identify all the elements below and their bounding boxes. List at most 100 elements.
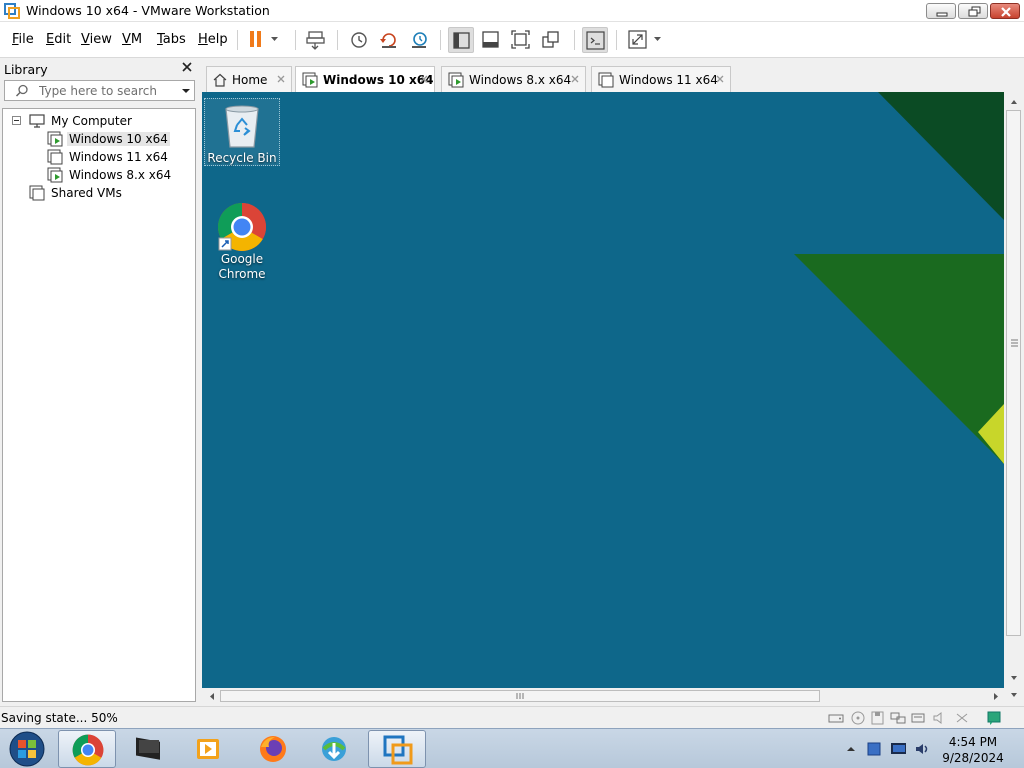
desktop-icon-label: Recycle Bin bbox=[207, 151, 277, 165]
tab-windows-8x-x64[interactable]: Windows 8.x x64 bbox=[441, 66, 586, 92]
grip-icon bbox=[516, 693, 524, 699]
message-log-icon[interactable] bbox=[986, 711, 1002, 725]
desktop-icon-recycle-bin[interactable]: Recycle Bin bbox=[204, 98, 280, 166]
vm-display[interactable]: Recycle Bin Google Chrome bbox=[202, 92, 1004, 688]
firefox-icon bbox=[260, 736, 286, 762]
system-clock[interactable]: 4:54 PM 9/28/2024 bbox=[936, 734, 1010, 766]
vm-running-icon bbox=[448, 72, 464, 87]
send-ctrl-alt-del-button[interactable] bbox=[303, 27, 329, 53]
scroll-down-icon[interactable] bbox=[1004, 670, 1024, 686]
scroll-right-icon[interactable] bbox=[988, 688, 1004, 705]
minimize-icon bbox=[936, 12, 948, 17]
sound-card-icon[interactable] bbox=[932, 711, 948, 725]
desktop-icon-google-chrome[interactable]: Google Chrome bbox=[204, 202, 280, 286]
vm-running-icon bbox=[47, 131, 63, 146]
horizontal-scrollbar[interactable] bbox=[202, 688, 1004, 705]
unity-button[interactable] bbox=[538, 27, 564, 53]
toolbar-separator bbox=[337, 30, 338, 50]
cd-dvd-icon[interactable] bbox=[850, 711, 866, 725]
show-hidden-icons-icon[interactable] bbox=[846, 741, 862, 757]
start-button[interactable] bbox=[0, 730, 54, 768]
tree-item-label: Shared VMs bbox=[51, 185, 122, 200]
menu-vm[interactable]: VM bbox=[122, 32, 142, 47]
take-snapshot-button[interactable] bbox=[346, 27, 372, 53]
chevron-down-icon[interactable] bbox=[181, 88, 191, 94]
revert-snapshot-button[interactable] bbox=[376, 27, 402, 53]
menu-file[interactable]: File bbox=[12, 32, 34, 47]
menu-tabs[interactable]: Tabs bbox=[157, 32, 186, 47]
hard-disk-icon[interactable] bbox=[828, 711, 844, 725]
tray-app-icon[interactable] bbox=[866, 741, 882, 757]
network-adapter-icon[interactable] bbox=[890, 711, 906, 725]
show-library-button[interactable] bbox=[448, 27, 474, 53]
shared-vms-icon bbox=[29, 185, 45, 200]
tab-label: Windows 11 x64 bbox=[619, 72, 718, 87]
scroll-down-icon[interactable] bbox=[1004, 688, 1024, 704]
close-icon[interactable] bbox=[275, 73, 287, 85]
scroll-up-icon[interactable] bbox=[1004, 94, 1024, 110]
vm-icon bbox=[47, 149, 63, 164]
stretch-dropdown-button[interactable] bbox=[650, 27, 666, 53]
tree-item-my-computer[interactable]: My Computer bbox=[12, 112, 134, 129]
tab-windows-11-x64[interactable]: Windows 11 x64 bbox=[591, 66, 731, 92]
download-manager-icon bbox=[322, 737, 346, 761]
display-icon[interactable] bbox=[954, 711, 970, 725]
scroll-left-icon[interactable] bbox=[204, 688, 220, 705]
taskbar-terminal[interactable] bbox=[120, 730, 178, 768]
vertical-scrollbar[interactable] bbox=[1004, 92, 1024, 688]
console-view-button[interactable] bbox=[582, 27, 608, 53]
menu-view[interactable]: View bbox=[81, 32, 112, 47]
library-title: Library bbox=[4, 62, 48, 77]
chrome-icon bbox=[217, 203, 267, 252]
vm-icon bbox=[598, 72, 614, 87]
close-icon bbox=[1001, 7, 1011, 17]
minimize-button[interactable] bbox=[926, 3, 956, 19]
close-icon[interactable] bbox=[569, 73, 581, 85]
media-player-icon bbox=[197, 739, 219, 759]
tree-item-label: Windows 11 x64 bbox=[69, 149, 168, 164]
tree-item-windows-8x-x64[interactable]: Windows 8.x x64 bbox=[47, 166, 173, 183]
scroll-thumb[interactable] bbox=[1006, 110, 1021, 636]
vmware-app-icon bbox=[4, 3, 20, 19]
close-icon[interactable] bbox=[714, 73, 726, 85]
tab-strip: Home Windows 10 x64 Windows 8.x x64 Wind… bbox=[200, 58, 1024, 92]
tree-item-windows-10-x64[interactable]: Windows 10 x64 bbox=[47, 130, 170, 147]
clock-date: 9/28/2024 bbox=[942, 751, 1004, 765]
tab-windows-10-x64[interactable]: Windows 10 x64 bbox=[295, 66, 435, 92]
snapshot-icon bbox=[351, 32, 367, 48]
close-icon[interactable] bbox=[180, 60, 194, 74]
grip-icon bbox=[1011, 339, 1018, 347]
library-panel: Library My Computer Windows 10 x64 Windo… bbox=[0, 58, 198, 704]
taskbar-media-player[interactable] bbox=[180, 730, 238, 768]
full-screen-button[interactable] bbox=[508, 27, 534, 53]
volume-icon[interactable] bbox=[914, 741, 930, 757]
taskbar-vmware[interactable] bbox=[368, 730, 426, 768]
tree-item-label: Windows 10 x64 bbox=[67, 131, 170, 146]
search-input[interactable] bbox=[39, 83, 169, 99]
close-icon[interactable] bbox=[418, 73, 430, 85]
tree-item-shared-vms[interactable]: Shared VMs bbox=[29, 184, 124, 201]
taskbar-chrome[interactable] bbox=[58, 730, 116, 768]
chevron-down-icon bbox=[654, 37, 661, 41]
unity-icon bbox=[542, 31, 559, 48]
floppy-icon[interactable] bbox=[870, 711, 886, 725]
taskbar-firefox[interactable] bbox=[244, 730, 302, 768]
stretch-guest-button[interactable] bbox=[625, 27, 651, 53]
collapse-icon[interactable] bbox=[12, 116, 21, 125]
network-icon[interactable] bbox=[890, 741, 906, 757]
snapshot-manager-button[interactable] bbox=[406, 27, 432, 53]
taskbar-download-manager[interactable] bbox=[305, 730, 363, 768]
scrollbar-corner bbox=[1004, 688, 1024, 705]
usb-icon[interactable] bbox=[910, 711, 926, 725]
close-button[interactable] bbox=[990, 3, 1020, 19]
thumbnail-bar-button[interactable] bbox=[478, 27, 504, 53]
scroll-thumb[interactable] bbox=[220, 690, 820, 702]
restore-button[interactable] bbox=[958, 3, 988, 19]
tab-home[interactable]: Home bbox=[206, 66, 292, 92]
desktop-icon-label: Google Chrome bbox=[218, 252, 266, 281]
toolbar-separator bbox=[440, 30, 441, 50]
menu-help[interactable]: Help bbox=[198, 32, 228, 47]
power-dropdown-button[interactable] bbox=[266, 27, 284, 53]
menu-edit[interactable]: Edit bbox=[46, 32, 71, 47]
tree-item-windows-11-x64[interactable]: Windows 11 x64 bbox=[47, 148, 170, 165]
